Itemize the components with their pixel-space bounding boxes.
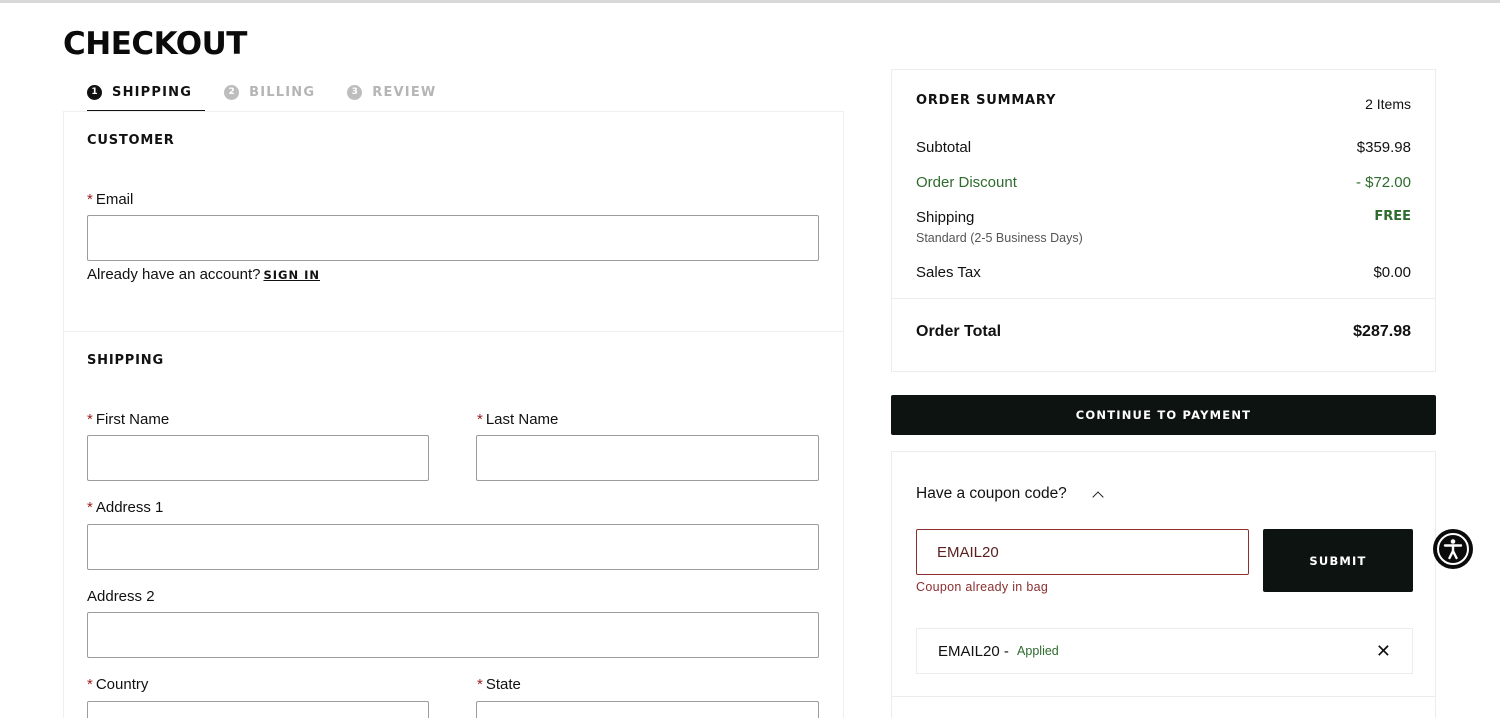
coupon-divider bbox=[892, 696, 1435, 697]
shipping-method: Standard (2-5 Business Days) bbox=[916, 231, 1083, 245]
section-divider bbox=[63, 331, 844, 332]
coupon-error-message: Coupon already in bag bbox=[916, 580, 1049, 594]
top-border bbox=[0, 0, 1500, 3]
shipping-row: Shipping FREE bbox=[916, 209, 1411, 226]
applied-separator: - bbox=[999, 642, 1014, 660]
required-mark: * bbox=[477, 676, 483, 693]
order-total-label: Order Total bbox=[916, 323, 1002, 340]
coupon-input[interactable] bbox=[916, 529, 1249, 575]
applied-coupon: EMAIL20 - Applied ✕ bbox=[916, 628, 1413, 674]
step-number: 2 bbox=[224, 84, 240, 100]
subtotal-label: Subtotal bbox=[916, 139, 972, 156]
order-summary-title: ORDER SUMMARY bbox=[916, 93, 1057, 108]
summary-divider bbox=[892, 298, 1435, 299]
page-title: CHECKOUT bbox=[63, 26, 247, 62]
first-name-label: * First Name bbox=[87, 411, 170, 428]
subtotal-value: $359.98 bbox=[1356, 139, 1411, 156]
applied-coupon-code: EMAIL20 bbox=[938, 642, 1000, 660]
order-summary: ORDER SUMMARY 2 Items Subtotal $359.98 O… bbox=[891, 69, 1436, 372]
address2-input[interactable] bbox=[87, 612, 819, 658]
coupon-submit-button[interactable]: SUBMIT bbox=[1263, 529, 1413, 592]
chevron-up-icon bbox=[1092, 490, 1104, 503]
account-prompt: Already have an account? SIGN IN bbox=[87, 266, 320, 283]
order-total-value: $287.98 bbox=[1353, 323, 1411, 340]
address2-label: Address 2 bbox=[87, 588, 155, 605]
state-label: * State bbox=[477, 676, 521, 693]
discount-value: - $72.00 bbox=[1355, 174, 1411, 191]
applied-status: Applied bbox=[1017, 644, 1059, 658]
step-label: SHIPPING bbox=[112, 84, 193, 100]
sign-in-link[interactable]: SIGN IN bbox=[263, 268, 320, 282]
tax-value: $0.00 bbox=[1373, 264, 1411, 281]
required-mark: * bbox=[87, 411, 93, 428]
discount-label: Order Discount bbox=[916, 174, 1017, 191]
coupon-toggle[interactable]: Have a coupon code? bbox=[916, 485, 1104, 503]
accessibility-figure bbox=[1437, 533, 1469, 565]
order-total-row: Order Total $287.98 bbox=[916, 323, 1411, 341]
step-review[interactable]: 3 REVIEW bbox=[347, 80, 436, 104]
subtotal-row: Subtotal $359.98 bbox=[916, 139, 1411, 156]
shipping-section-title: SHIPPING bbox=[87, 353, 164, 368]
close-icon[interactable]: ✕ bbox=[1376, 641, 1391, 662]
shipping-label: Shipping bbox=[916, 209, 975, 226]
required-mark: * bbox=[477, 411, 483, 428]
item-count: 2 Items bbox=[1365, 96, 1411, 112]
step-label: BILLING bbox=[249, 84, 316, 100]
step-billing[interactable]: 2 BILLING bbox=[224, 80, 315, 104]
country-select[interactable] bbox=[87, 701, 429, 718]
required-mark: * bbox=[87, 676, 93, 693]
last-name-input[interactable] bbox=[476, 435, 819, 481]
coupon-heading: Have a coupon code? bbox=[916, 485, 1067, 502]
tax-row: Sales Tax $0.00 bbox=[916, 264, 1411, 281]
last-name-label: * Last Name bbox=[477, 411, 559, 428]
step-number: 1 bbox=[87, 84, 102, 100]
continue-to-payment-button[interactable]: CONTINUE TO PAYMENT bbox=[891, 395, 1436, 435]
step-label: REVIEW bbox=[372, 84, 437, 100]
address1-label: * Address 1 bbox=[87, 499, 164, 516]
accessibility-icon[interactable] bbox=[1433, 529, 1473, 569]
coupon-panel: Have a coupon code? Coupon already in ba… bbox=[891, 451, 1436, 718]
checkout-steps: 1 SHIPPING 2 BILLING 3 REVIEW bbox=[87, 80, 468, 112]
required-mark: * bbox=[87, 499, 93, 516]
first-name-input[interactable] bbox=[87, 435, 429, 481]
address1-input[interactable] bbox=[87, 524, 819, 570]
required-mark: * bbox=[87, 191, 93, 208]
shipping-value: FREE bbox=[1374, 209, 1411, 224]
step-number: 3 bbox=[347, 84, 363, 100]
email-input[interactable] bbox=[87, 215, 819, 261]
step-shipping[interactable]: 1 SHIPPING bbox=[87, 80, 192, 104]
state-select[interactable] bbox=[476, 701, 819, 718]
tax-label: Sales Tax bbox=[916, 264, 981, 281]
country-label: * Country bbox=[87, 676, 149, 693]
customer-section-title: CUSTOMER bbox=[87, 133, 175, 148]
discount-row: Order Discount - $72.00 bbox=[916, 174, 1411, 191]
email-label: * Email bbox=[87, 191, 134, 208]
